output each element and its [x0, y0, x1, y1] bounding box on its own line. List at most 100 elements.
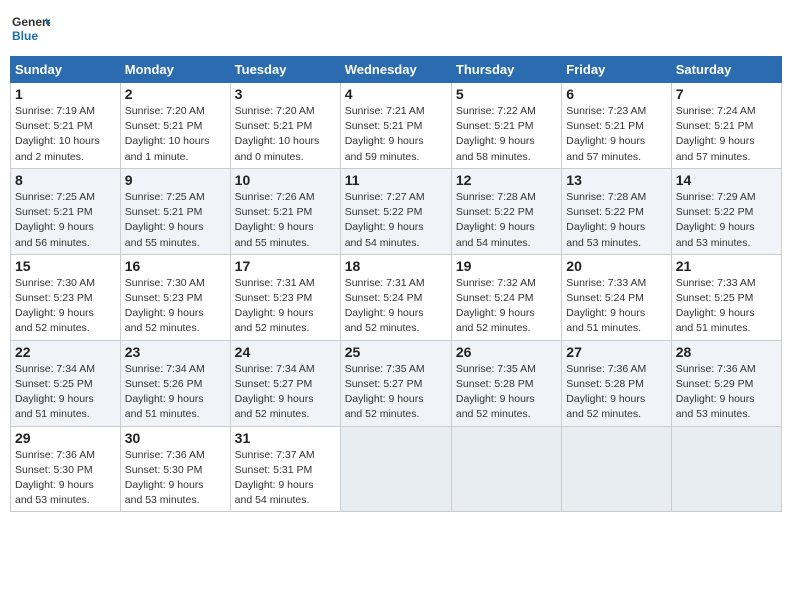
- day-cell: 21 Sunrise: 7:33 AMSunset: 5:25 PMDayligh…: [671, 254, 781, 340]
- day-info: Sunrise: 7:27 AMSunset: 5:22 PMDaylight:…: [345, 190, 447, 251]
- day-number: 17: [235, 258, 336, 274]
- day-number: 21: [676, 258, 777, 274]
- day-header-sunday: Sunday: [11, 57, 121, 83]
- day-cell: 3 Sunrise: 7:20 AMSunset: 5:21 PMDaylight…: [230, 83, 340, 169]
- week-row-4: 22 Sunrise: 7:34 AMSunset: 5:25 PMDayligh…: [11, 340, 782, 426]
- day-cell: [671, 426, 781, 512]
- day-info: Sunrise: 7:34 AMSunset: 5:25 PMDaylight:…: [15, 362, 116, 423]
- day-cell: 11 Sunrise: 7:27 AMSunset: 5:22 PMDayligh…: [340, 168, 451, 254]
- day-number: 31: [235, 430, 336, 446]
- calendar-body: 1 Sunrise: 7:19 AMSunset: 5:21 PMDaylight…: [11, 83, 782, 512]
- day-header-monday: Monday: [120, 57, 230, 83]
- svg-text:Blue: Blue: [12, 29, 38, 43]
- day-info: Sunrise: 7:35 AMSunset: 5:27 PMDaylight:…: [345, 362, 447, 423]
- day-info: Sunrise: 7:36 AMSunset: 5:29 PMDaylight:…: [676, 362, 777, 423]
- day-number: 15: [15, 258, 116, 274]
- svg-text:General: General: [12, 15, 50, 29]
- day-cell: 27 Sunrise: 7:36 AMSunset: 5:28 PMDayligh…: [562, 340, 671, 426]
- page-header: General Blue: [10, 10, 782, 50]
- day-info: Sunrise: 7:36 AMSunset: 5:28 PMDaylight:…: [566, 362, 666, 423]
- week-row-2: 8 Sunrise: 7:25 AMSunset: 5:21 PMDaylight…: [11, 168, 782, 254]
- day-cell: 1 Sunrise: 7:19 AMSunset: 5:21 PMDaylight…: [11, 83, 121, 169]
- day-info: Sunrise: 7:28 AMSunset: 5:22 PMDaylight:…: [456, 190, 557, 251]
- day-number: 27: [566, 344, 666, 360]
- day-number: 5: [456, 86, 557, 102]
- day-header-tuesday: Tuesday: [230, 57, 340, 83]
- day-number: 4: [345, 86, 447, 102]
- day-cell: 25Sunrise: 7:35 AMSunset: 5:27 PMDayligh…: [340, 340, 451, 426]
- day-cell: 16 Sunrise: 7:30 AMSunset: 5:23 PMDayligh…: [120, 254, 230, 340]
- day-cell: 15 Sunrise: 7:30 AMSunset: 5:23 PMDayligh…: [11, 254, 121, 340]
- day-info: Sunrise: 7:31 AMSunset: 5:23 PMDaylight:…: [235, 276, 336, 337]
- day-number: 10: [235, 172, 336, 188]
- logo: General Blue: [10, 10, 50, 50]
- day-info: Sunrise: 7:25 AMSunset: 5:21 PMDaylight:…: [125, 190, 226, 251]
- day-header-thursday: Thursday: [451, 57, 561, 83]
- day-number: 8: [15, 172, 116, 188]
- day-cell: 29Sunrise: 7:36 AMSunset: 5:30 PMDayligh…: [11, 426, 121, 512]
- day-cell: 22 Sunrise: 7:34 AMSunset: 5:25 PMDayligh…: [11, 340, 121, 426]
- calendar-header-row: SundayMondayTuesdayWednesdayThursdayFrid…: [11, 57, 782, 83]
- day-cell: 2 Sunrise: 7:20 AMSunset: 5:21 PMDaylight…: [120, 83, 230, 169]
- day-number: 19: [456, 258, 557, 274]
- day-cell: 7 Sunrise: 7:24 AMSunset: 5:21 PMDaylight…: [671, 83, 781, 169]
- day-info: Sunrise: 7:20 AMSunset: 5:21 PMDaylight:…: [235, 104, 336, 165]
- week-row-5: 29 Sunrise: 7:36 AMSunset: 5:30 PMDayligh…: [11, 426, 782, 512]
- day-cell: [562, 426, 671, 512]
- day-cell: 13 Sunrise: 7:28 AMSunset: 5:22 PMDayligh…: [562, 168, 671, 254]
- day-info: Sunrise: 7:32 AMSunset: 5:24 PMDaylight:…: [456, 276, 557, 337]
- day-cell: 24Sunrise: 7:34 AMSunset: 5:27 PMDayligh…: [230, 340, 340, 426]
- day-cell: [451, 426, 561, 512]
- day-cell: 30 Sunrise: 7:36 AMSunset: 5:30 PMDayligh…: [120, 426, 230, 512]
- day-cell: 8Sunrise: 7:25 AMSunset: 5:21 PMDaylight…: [11, 168, 121, 254]
- day-number: 7: [676, 86, 777, 102]
- day-number: 22: [15, 344, 116, 360]
- day-number: 3: [235, 86, 336, 102]
- day-cell: [340, 426, 451, 512]
- day-number: 26: [456, 344, 557, 360]
- day-number: 29: [15, 430, 116, 446]
- day-info: Sunrise: 7:24 AMSunset: 5:21 PMDaylight:…: [676, 104, 777, 165]
- day-number: 2: [125, 86, 226, 102]
- day-number: 16: [125, 258, 226, 274]
- day-info: Sunrise: 7:30 AMSunset: 5:23 PMDaylight:…: [15, 276, 116, 337]
- day-cell: 28 Sunrise: 7:36 AMSunset: 5:29 PMDayligh…: [671, 340, 781, 426]
- week-row-3: 15 Sunrise: 7:30 AMSunset: 5:23 PMDayligh…: [11, 254, 782, 340]
- day-info: Sunrise: 7:37 AMSunset: 5:31 PMDaylight:…: [235, 448, 336, 509]
- day-info: Sunrise: 7:20 AMSunset: 5:21 PMDaylight:…: [125, 104, 226, 165]
- day-cell: 6Sunrise: 7:23 AMSunset: 5:21 PMDaylight…: [562, 83, 671, 169]
- day-cell: 4 Sunrise: 7:21 AMSunset: 5:21 PMDaylight…: [340, 83, 451, 169]
- day-number: 1: [15, 86, 116, 102]
- calendar-table: SundayMondayTuesdayWednesdayThursdayFrid…: [10, 56, 782, 512]
- day-cell: 10 Sunrise: 7:26 AMSunset: 5:21 PMDayligh…: [230, 168, 340, 254]
- day-cell: 31 Sunrise: 7:37 AMSunset: 5:31 PMDayligh…: [230, 426, 340, 512]
- day-number: 12: [456, 172, 557, 188]
- day-number: 6: [566, 86, 666, 102]
- day-number: 9: [125, 172, 226, 188]
- day-cell: 5Sunrise: 7:22 AMSunset: 5:21 PMDaylight…: [451, 83, 561, 169]
- day-info: Sunrise: 7:19 AMSunset: 5:21 PMDaylight:…: [15, 104, 116, 165]
- day-info: Sunrise: 7:30 AMSunset: 5:23 PMDaylight:…: [125, 276, 226, 337]
- day-number: 20: [566, 258, 666, 274]
- day-number: 28: [676, 344, 777, 360]
- day-cell: 26 Sunrise: 7:35 AMSunset: 5:28 PMDayligh…: [451, 340, 561, 426]
- day-cell: 14Sunrise: 7:29 AMSunset: 5:22 PMDayligh…: [671, 168, 781, 254]
- day-info: Sunrise: 7:35 AMSunset: 5:28 PMDaylight:…: [456, 362, 557, 423]
- day-info: Sunrise: 7:26 AMSunset: 5:21 PMDaylight:…: [235, 190, 336, 251]
- day-number: 13: [566, 172, 666, 188]
- day-header-friday: Friday: [562, 57, 671, 83]
- day-number: 24: [235, 344, 336, 360]
- day-info: Sunrise: 7:33 AMSunset: 5:25 PMDaylight:…: [676, 276, 777, 337]
- day-info: Sunrise: 7:21 AMSunset: 5:21 PMDaylight:…: [345, 104, 447, 165]
- day-number: 11: [345, 172, 447, 188]
- day-number: 18: [345, 258, 447, 274]
- day-cell: 18 Sunrise: 7:31 AMSunset: 5:24 PMDayligh…: [340, 254, 451, 340]
- day-header-wednesday: Wednesday: [340, 57, 451, 83]
- day-info: Sunrise: 7:36 AMSunset: 5:30 PMDaylight:…: [125, 448, 226, 509]
- day-info: Sunrise: 7:28 AMSunset: 5:22 PMDaylight:…: [566, 190, 666, 251]
- day-number: 30: [125, 430, 226, 446]
- day-cell: 19 Sunrise: 7:32 AMSunset: 5:24 PMDayligh…: [451, 254, 561, 340]
- day-info: Sunrise: 7:33 AMSunset: 5:24 PMDaylight:…: [566, 276, 666, 337]
- week-row-1: 1 Sunrise: 7:19 AMSunset: 5:21 PMDaylight…: [11, 83, 782, 169]
- day-info: Sunrise: 7:31 AMSunset: 5:24 PMDaylight:…: [345, 276, 447, 337]
